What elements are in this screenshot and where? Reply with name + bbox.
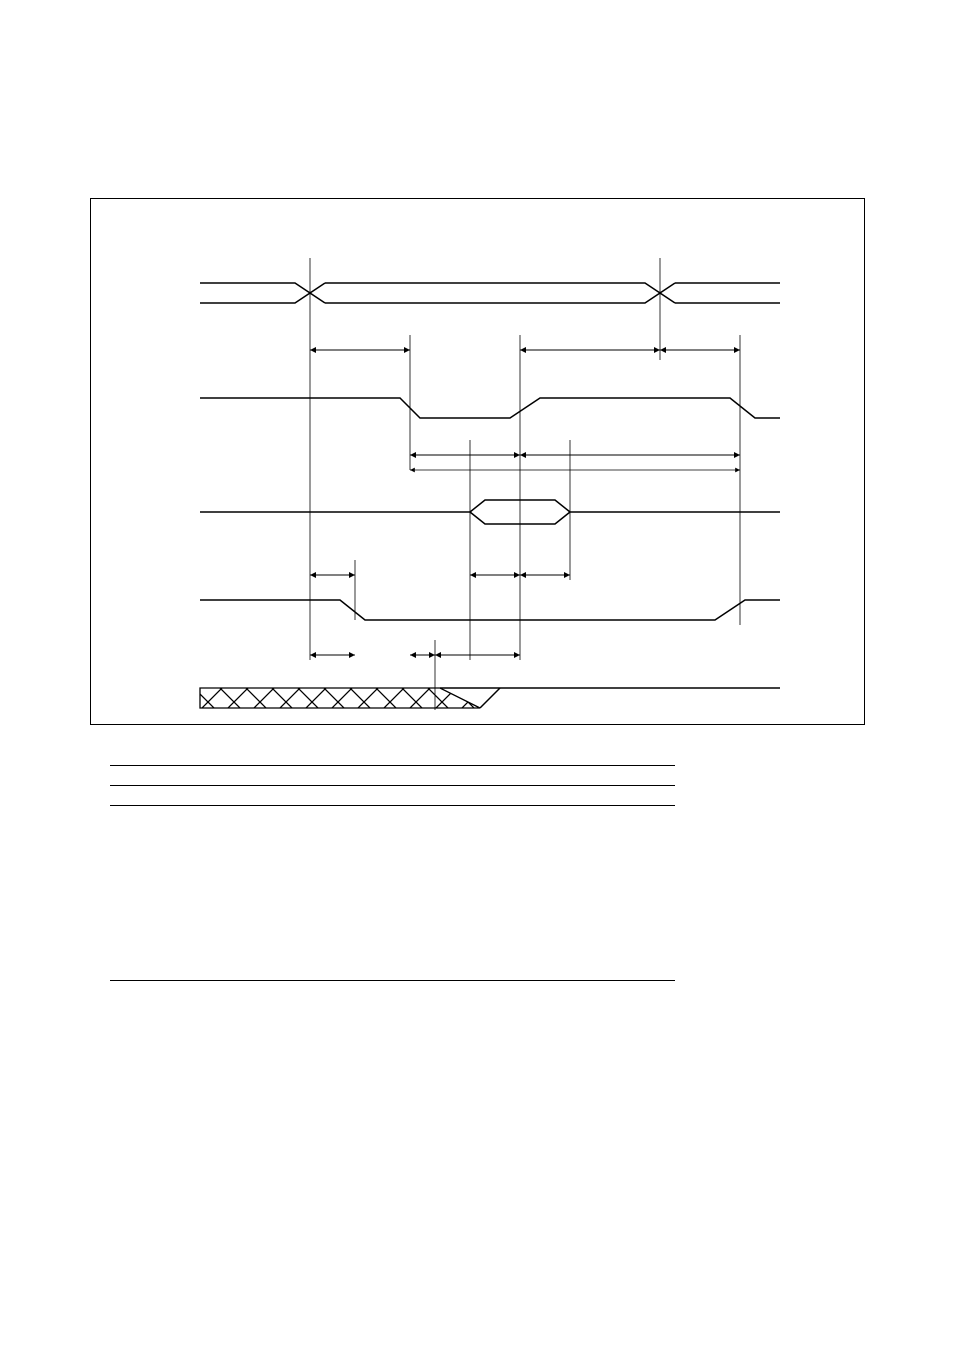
caption-rule-2 xyxy=(110,785,675,786)
caption-rule-4 xyxy=(110,980,675,981)
caption-rule-3 xyxy=(110,805,675,806)
caption-rule-1 xyxy=(110,765,675,766)
dim-strobe2-row xyxy=(0,0,954,1351)
page xyxy=(0,0,954,1351)
